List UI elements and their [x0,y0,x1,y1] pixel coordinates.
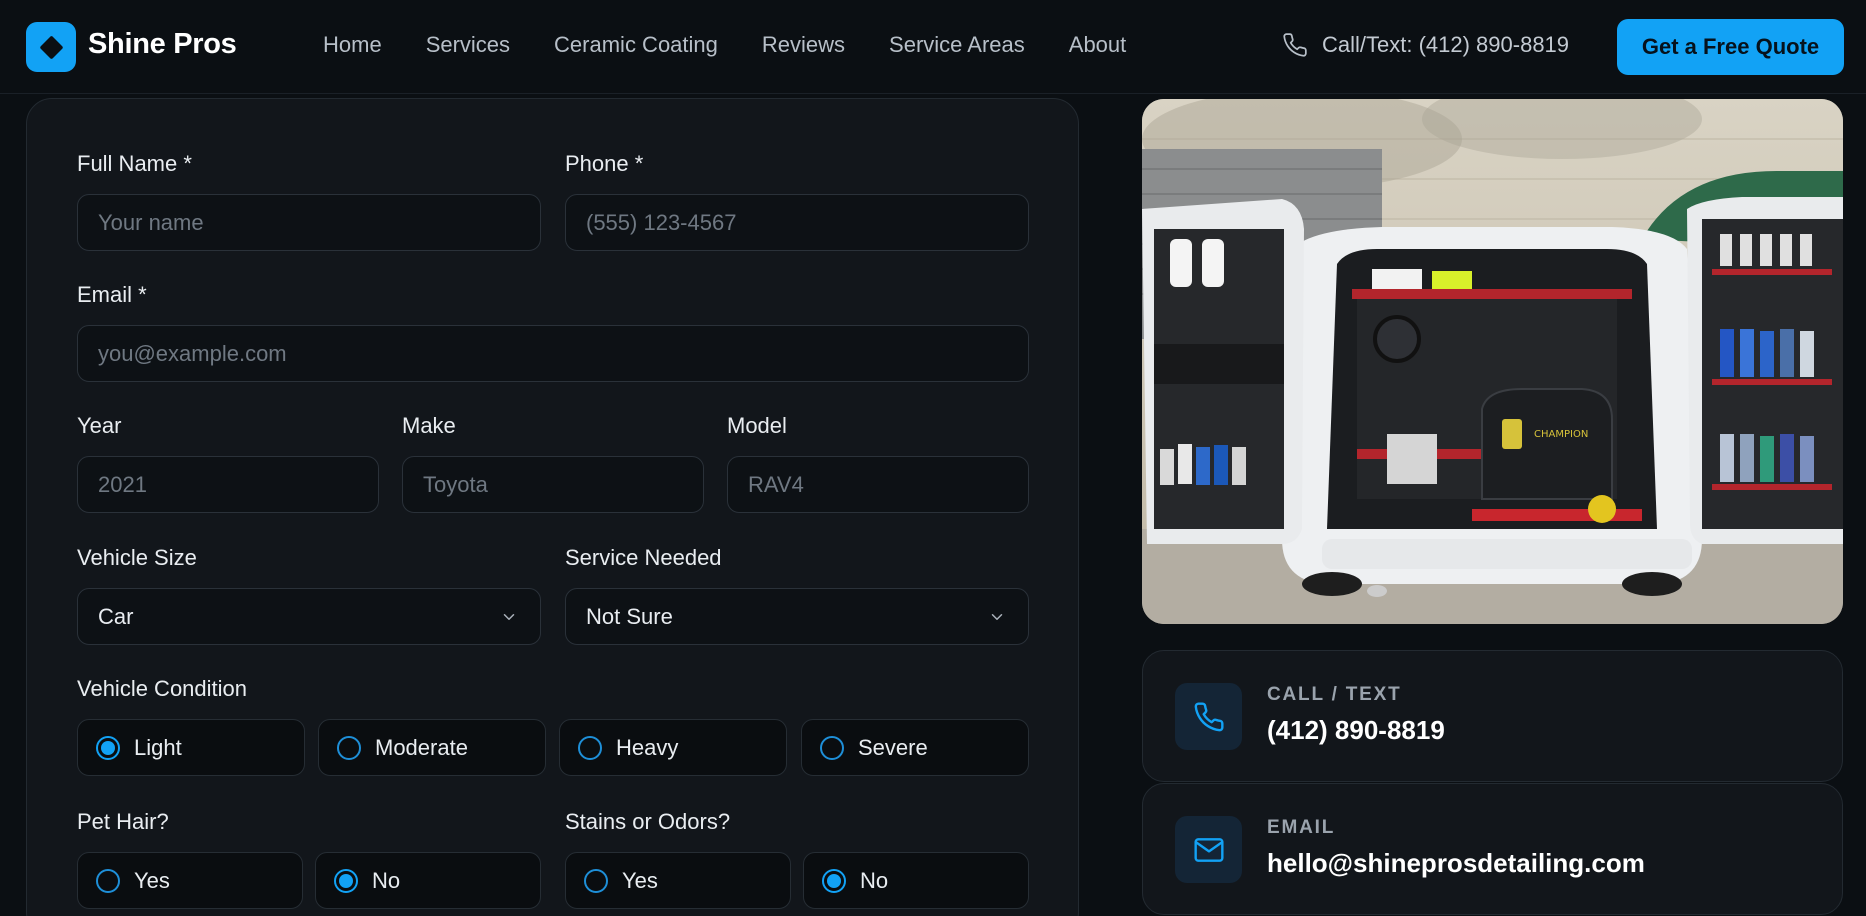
pet-hair-label: Pet Hair? [77,809,169,834]
model-label: Model [727,413,787,438]
radio-unselected-icon [820,735,844,760]
top-nav: Shine Pros Home Services Ceramic Coating… [0,0,1866,94]
service-needed-value: Not Sure [586,603,673,629]
detailing-van-photo: CHAMPION [1142,99,1843,624]
nav-link-about[interactable]: About [1069,32,1127,58]
pet-hair-option-yes[interactable]: Yes [77,852,303,909]
year-label: Year [77,413,122,438]
nav-phone-text: Call/Text: (412) 890-8819 [1322,32,1570,57]
radio-selected-icon [96,735,120,760]
email-label: Email * [77,282,147,307]
brand-name[interactable]: Shine Pros [88,28,237,61]
condition-option-label: Heavy [616,734,679,760]
svg-text:CHAMPION: CHAMPION [1534,429,1588,440]
email-card[interactable]: EMAIL hello@shineprosdetailing.com [1142,783,1843,915]
chevron-down-icon [503,614,515,620]
chevron-down-icon [991,614,1003,620]
condition-option-heavy[interactable]: Heavy [559,719,787,776]
stains-odors-label: Stains or Odors? [565,809,731,834]
call-text-number[interactable]: (412) 890-8819 [1267,715,1445,746]
nav-links: Home Services Ceramic Coating Reviews Se… [323,32,1170,58]
model-input[interactable] [727,456,1029,513]
nav-link-services[interactable]: Services [426,32,510,58]
email-address[interactable]: hello@shineprosdetailing.com [1267,848,1645,879]
full-name-input[interactable] [77,194,541,251]
stains-option-label: Yes [622,867,658,893]
nav-link-ceramic-coating[interactable]: Ceramic Coating [554,32,718,58]
condition-option-light[interactable]: Light [77,719,305,776]
vehicle-size-label: Vehicle Size [77,545,197,570]
phone-icon-badge [1175,683,1242,750]
phone-input[interactable] [565,194,1029,251]
nav-link-home[interactable]: Home [323,32,382,58]
radio-selected-icon [334,868,358,893]
radio-selected-icon [822,868,846,893]
service-needed-label: Service Needed [565,545,722,570]
stains-option-label: No [860,867,889,893]
phone-icon [1283,33,1307,57]
radio-unselected-icon [96,868,120,893]
condition-option-label: Moderate [375,734,468,760]
make-input[interactable] [402,456,704,513]
radio-unselected-icon [584,868,608,893]
stains-option-yes[interactable]: Yes [565,852,791,909]
condition-option-severe[interactable]: Severe [801,719,1029,776]
vehicle-condition-label: Vehicle Condition [77,676,248,701]
call-text-card[interactable]: CALL / TEXT (412) 890-8819 [1142,650,1843,782]
vehicle-size-value: Car [98,603,134,629]
pet-hair-option-label: No [372,867,401,893]
mail-icon [1193,837,1224,862]
condition-option-label: Light [134,734,182,760]
get-free-quote-button[interactable]: Get a Free Quote [1617,19,1844,75]
email-input[interactable] [77,325,1029,382]
nav-link-service-areas[interactable]: Service Areas [889,32,1025,58]
pet-hair-option-no[interactable]: No [315,852,541,909]
logo-icon[interactable] [26,22,76,72]
nav-link-reviews[interactable]: Reviews [762,32,845,58]
condition-option-label: Severe [858,734,928,760]
radio-unselected-icon [578,735,602,760]
radio-unselected-icon [337,735,361,760]
mail-icon-badge [1175,816,1242,883]
vehicle-size-select[interactable]: Car [77,588,541,645]
condition-option-moderate[interactable]: Moderate [318,719,546,776]
service-needed-select[interactable]: Not Sure [565,588,1029,645]
phone-icon [1194,701,1224,731]
full-name-label: Full Name * [77,151,192,176]
quote-form: Full Name * Phone * Email * Year Make Mo… [26,98,1079,916]
year-input[interactable] [77,456,379,513]
nav-phone-link[interactable]: Call/Text: (412) 890-8819 [1282,32,1569,58]
pet-hair-option-label: Yes [134,867,170,893]
stains-option-no[interactable]: No [803,852,1029,909]
make-label: Make [402,413,456,438]
call-text-kicker: CALL / TEXT [1267,684,1402,705]
phone-label: Phone * [565,151,644,176]
email-kicker: EMAIL [1267,817,1336,838]
